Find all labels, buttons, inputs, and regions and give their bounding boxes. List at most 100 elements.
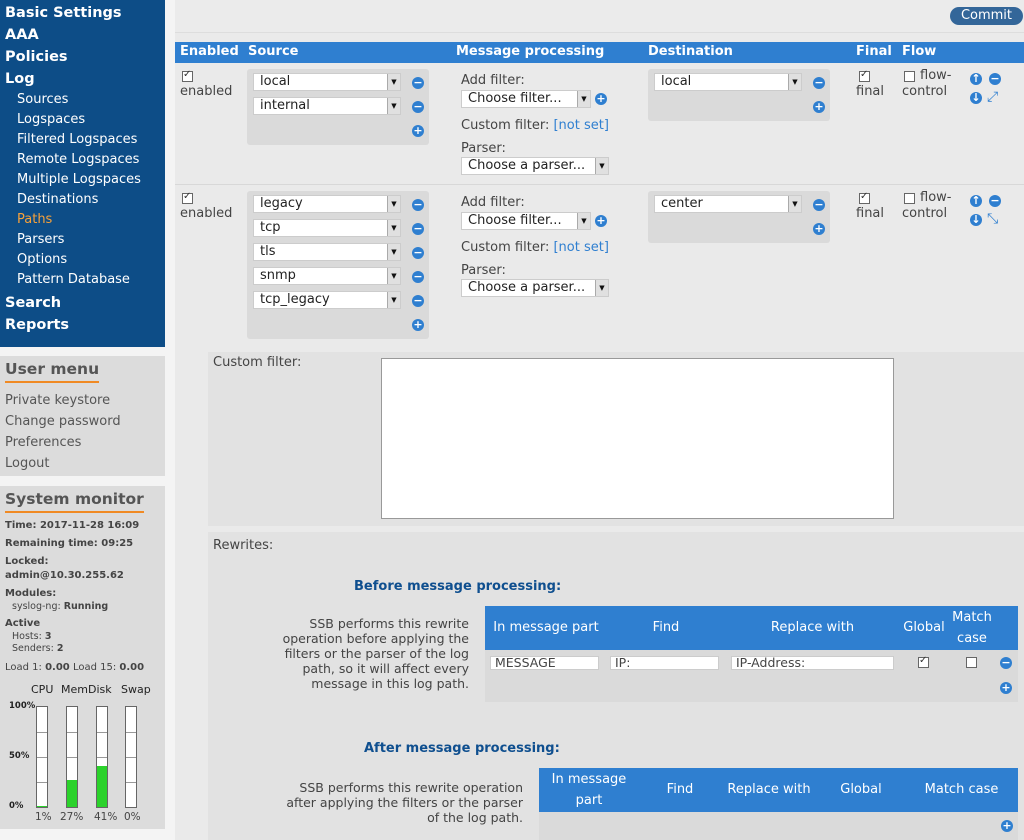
chevron-down-icon: ▼ [387, 268, 400, 284]
col-match: Match [952, 610, 992, 625]
source-select[interactable]: tcp_legacy ▼ [253, 291, 401, 309]
move-down-icon[interactable]: ↓ [970, 92, 982, 104]
user-menu-preferences[interactable]: Preferences [5, 432, 160, 453]
custom-filter-section: Custom filter: [208, 352, 1024, 526]
destination-select[interactable]: local ▼ [654, 73, 802, 91]
remove-source-icon[interactable]: − [412, 77, 424, 89]
remove-source-icon[interactable]: − [412, 199, 424, 211]
sm-locked-label: Locked: [5, 556, 49, 567]
col-replace-with: Replace with [770, 620, 855, 635]
source-select[interactable]: internal ▼ [253, 97, 401, 115]
remove-source-icon[interactable]: − [412, 101, 424, 113]
nav-log-parsers[interactable]: Parsers [0, 230, 165, 250]
chevron-down-icon: ▼ [387, 74, 400, 90]
flow-control-checkbox[interactable] [904, 71, 915, 82]
remove-source-icon[interactable]: − [412, 295, 424, 307]
col-final: Final [856, 44, 892, 59]
add-filter-icon[interactable]: + [595, 93, 607, 105]
remove-destination-icon[interactable]: − [813, 199, 825, 211]
source-select[interactable]: legacy ▼ [253, 195, 401, 213]
meter-tick [97, 757, 107, 758]
final-checkbox[interactable] [859, 69, 870, 82]
message-part-input[interactable]: MESSAGE [490, 656, 599, 670]
nav-log-multiple-logspaces[interactable]: Multiple Logspaces [0, 170, 165, 190]
nav-log-paths[interactable]: Paths [0, 210, 165, 230]
remove-destination-icon[interactable]: − [813, 77, 825, 89]
commit-button[interactable]: Commit [950, 7, 1023, 25]
nav-log-remote-logspaces[interactable]: Remote Logspaces [0, 150, 165, 170]
custom-filter-link[interactable]: [not set] [553, 118, 608, 133]
flow-control-label-2: control [902, 84, 948, 99]
add-filter-icon[interactable]: + [595, 215, 607, 227]
collapse-icon[interactable]: ⤡ [987, 211, 998, 227]
nav-log-filtered-logspaces[interactable]: Filtered Logspaces [0, 130, 165, 150]
source-select[interactable]: local ▼ [253, 73, 401, 91]
delete-path-icon[interactable]: − [989, 73, 1001, 85]
nav-aaa[interactable]: AAA [0, 24, 165, 46]
nav-log-options[interactable]: Options [0, 250, 165, 270]
move-up-icon[interactable]: ↑ [970, 73, 982, 85]
source-list: local ▼ − internal ▼ − + [247, 69, 429, 145]
rewrites-label: Rewrites: [213, 538, 274, 553]
expand-icon[interactable]: ⤢ [987, 89, 998, 105]
source-select[interactable]: tls ▼ [253, 243, 401, 261]
destination-select[interactable]: center ▼ [654, 195, 802, 213]
destination-list: center ▼ − + [648, 191, 830, 243]
global-checkbox[interactable] [918, 655, 929, 668]
custom-filter-label: Custom filter: [not set] [461, 118, 609, 133]
custom-filter-link[interactable]: [not set] [553, 240, 608, 255]
col-find: Find [652, 620, 680, 635]
enabled-checkbox[interactable] [182, 69, 193, 82]
enabled-checkbox[interactable] [182, 191, 193, 204]
chevron-down-icon: ▼ [387, 244, 400, 260]
add-destination-icon[interactable]: + [813, 101, 825, 113]
parser-select[interactable]: Choose a parser... ▼ [461, 279, 609, 297]
find-input[interactable]: IP: [610, 656, 719, 670]
meter-axis-100: 100% [9, 701, 36, 711]
meter-bars: 100% 50% 0% [5, 699, 160, 811]
flow-control-label-1: flow- [920, 190, 952, 205]
nav-log-pattern-database[interactable]: Pattern Database [0, 270, 165, 290]
before-rewrite-header: In message part Find Replace with Global… [485, 606, 1018, 650]
nav-policies[interactable]: Policies [0, 46, 165, 68]
user-menu-title: User menu [5, 360, 100, 383]
replace-with-input[interactable]: IP-Address: [731, 656, 894, 670]
remove-source-icon[interactable]: − [412, 271, 424, 283]
chevron-down-icon: ▼ [577, 213, 590, 229]
nav-reports[interactable]: Reports [0, 314, 165, 336]
nav-log[interactable]: Log [0, 68, 165, 90]
move-down-icon[interactable]: ↓ [970, 214, 982, 226]
flow-control-checkbox[interactable] [904, 193, 915, 204]
final-checkbox[interactable] [859, 191, 870, 204]
user-menu-logout[interactable]: Logout [5, 453, 160, 474]
delete-path-icon[interactable]: − [989, 195, 1001, 207]
meter-bar-disk [96, 706, 108, 808]
source-select[interactable]: tcp ▼ [253, 219, 401, 237]
custom-filter-section-label: Custom filter: [213, 355, 302, 370]
add-source-icon[interactable]: + [412, 125, 424, 137]
add-rewrite-icon[interactable]: + [1001, 820, 1013, 832]
user-menu-change-password[interactable]: Change password [5, 411, 160, 432]
remove-source-icon[interactable]: − [412, 223, 424, 235]
remove-source-icon[interactable]: − [412, 247, 424, 259]
move-up-icon[interactable]: ↑ [970, 195, 982, 207]
add-destination-icon[interactable]: + [813, 223, 825, 235]
add-source-icon[interactable]: + [412, 319, 424, 331]
after-processing-title: After message processing: [364, 741, 560, 756]
filter-select[interactable]: Choose filter... ▼ [461, 90, 591, 108]
nav-log-sources[interactable]: Sources [0, 90, 165, 110]
parser-select[interactable]: Choose a parser... ▼ [461, 157, 609, 175]
user-menu-private-keystore[interactable]: Private keystore [5, 390, 160, 411]
source-select[interactable]: snmp ▼ [253, 267, 401, 285]
nav-log-logspaces[interactable]: Logspaces [0, 110, 165, 130]
nav-basic-settings[interactable]: Basic Settings [0, 2, 165, 24]
path-row: enabled local▼ − internal▼ − + Add filte… [175, 63, 1024, 185]
filter-select[interactable]: Choose filter... ▼ [461, 212, 591, 230]
meter-tick [126, 757, 136, 758]
match-case-checkbox[interactable] [966, 657, 977, 668]
custom-filter-textarea[interactable] [381, 358, 894, 519]
add-rewrite-icon[interactable]: + [1000, 682, 1012, 694]
nav-log-destinations[interactable]: Destinations [0, 190, 165, 210]
nav-search[interactable]: Search [0, 292, 165, 314]
remove-rewrite-icon[interactable]: − [1000, 657, 1012, 669]
